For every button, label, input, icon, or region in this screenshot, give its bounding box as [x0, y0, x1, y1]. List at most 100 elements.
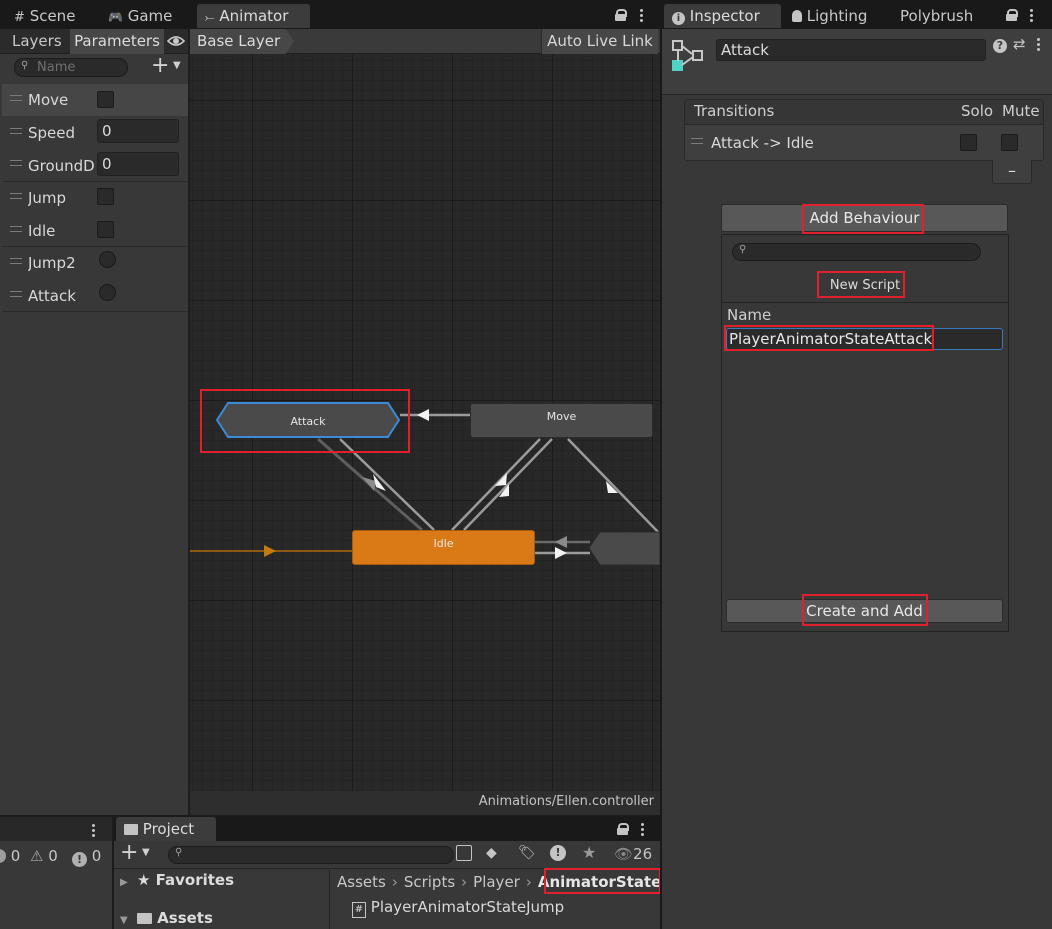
- transition-row[interactable]: Attack -> Idle: [685, 126, 1043, 160]
- solo-checkbox[interactable]: [960, 134, 977, 151]
- filter-errors-icon[interactable]: !: [550, 845, 566, 861]
- drag-handle-icon[interactable]: [10, 193, 22, 199]
- parameter-row[interactable]: Move: [2, 84, 188, 116]
- more-menu-icon[interactable]: [1030, 9, 1034, 23]
- tab-project[interactable]: Project: [116, 817, 216, 841]
- info-icon: i: [672, 12, 685, 25]
- animator-icon: ⤚: [205, 10, 215, 24]
- parameter-bool-checkbox[interactable]: [97, 188, 114, 205]
- remove-transition-button[interactable]: –: [992, 160, 1032, 184]
- eye-icon: 👁: [614, 845, 634, 863]
- behaviour-search-input[interactable]: ⚲: [732, 243, 981, 261]
- tab-scene[interactable]: # Scene: [6, 4, 83, 28]
- more-menu-icon[interactable]: [641, 823, 645, 837]
- parameter-row[interactable]: Speed 0: [2, 117, 188, 149]
- tab-animator[interactable]: ⤚ Animator: [197, 4, 310, 28]
- favorite-star-icon[interactable]: ★: [582, 843, 596, 862]
- mute-checkbox[interactable]: [1001, 134, 1018, 151]
- create-and-add-button[interactable]: Create and Add: [726, 599, 1003, 623]
- drag-handle-icon[interactable]: [10, 226, 22, 232]
- add-parameter-button[interactable]: + ▼: [151, 53, 187, 78]
- project-tab-bar: Project: [114, 817, 660, 841]
- presets-icon[interactable]: ⇄: [1013, 35, 1026, 53]
- drag-handle-icon[interactable]: [10, 258, 22, 264]
- breadcrumb-item[interactable]: Player: [473, 873, 520, 891]
- more-menu-icon[interactable]: [1037, 38, 1041, 52]
- parameter-trigger-radio[interactable]: [99, 251, 116, 268]
- transition-move-idle: [463, 438, 553, 531]
- console-strip: 0 ⚠ 0 ! 0: [0, 815, 112, 929]
- tab-lighting[interactable]: Lighting: [784, 4, 875, 28]
- project-search-input[interactable]: ⚲: [168, 846, 454, 864]
- hidden-packages-toggle[interactable]: 👁26: [614, 845, 652, 863]
- more-menu-icon[interactable]: [640, 9, 644, 23]
- breadcrumb-item[interactable]: Scripts: [404, 873, 455, 891]
- chevron-down-icon[interactable]: ▼: [120, 915, 128, 926]
- parameter-float-field[interactable]: 0: [97, 152, 179, 176]
- parameter-row[interactable]: Idle: [2, 215, 188, 247]
- drag-handle-icon[interactable]: [10, 128, 22, 134]
- folder-icon: [124, 824, 138, 835]
- parameter-trigger-radio[interactable]: [99, 284, 116, 301]
- lock-icon[interactable]: [617, 823, 629, 835]
- tab-parameters[interactable]: Parameters: [70, 29, 164, 54]
- parameter-float-field[interactable]: 0: [97, 119, 179, 143]
- search-icon: ⚲: [21, 60, 29, 71]
- help-icon[interactable]: ?: [993, 39, 1007, 53]
- info-count[interactable]: 0: [0, 847, 20, 865]
- popup-divider: [722, 302, 1008, 303]
- eye-icon[interactable]: [166, 33, 186, 49]
- chevron-right-icon: ›: [391, 873, 398, 891]
- transitions-header: Transitions Solo Mute: [685, 100, 1043, 125]
- tree-item-favorites[interactable]: ▶ ★ Favorites: [120, 870, 234, 892]
- search-icon: ⚲: [739, 244, 747, 255]
- state-label-attack: Attack: [290, 415, 326, 428]
- filter-by-type-icon[interactable]: ◆: [486, 845, 502, 861]
- tab-game[interactable]: 🎮 Game: [100, 4, 180, 28]
- project-toolbar: + ▼ ⚲ ◆ 🏷 ! ★ 👁26: [114, 840, 660, 869]
- tree-item-assets[interactable]: ▼ Assets: [120, 908, 213, 929]
- drag-handle-icon[interactable]: [10, 95, 22, 101]
- parameter-row[interactable]: GroundDi 0: [2, 149, 188, 181]
- drag-handle-icon[interactable]: [691, 138, 703, 144]
- lock-icon[interactable]: [615, 9, 627, 21]
- state-name-field[interactable]: Attack: [716, 39, 986, 61]
- breadcrumb-item-current[interactable]: AnimatorState: [538, 873, 662, 891]
- console-counts: 0 ⚠ 0 ! 0: [0, 845, 112, 867]
- drag-handle-icon[interactable]: [10, 291, 22, 297]
- add-behaviour-button[interactable]: Add Behaviour: [721, 204, 1008, 232]
- arrow-icon: [362, 477, 376, 491]
- tab-layers[interactable]: Layers: [5, 29, 69, 54]
- parameter-row[interactable]: Jump: [2, 182, 188, 214]
- breadcrumb-item[interactable]: Assets: [337, 873, 386, 891]
- error-count[interactable]: ! 0: [72, 847, 101, 867]
- animator-graph-canvas[interactable]: Base Layer Auto Live Link Attack Move Id…: [190, 29, 660, 815]
- parameter-bool-checkbox[interactable]: [97, 91, 114, 108]
- file-item[interactable]: # PlayerAnimatorStateJump: [352, 897, 564, 919]
- chevron-right-icon[interactable]: ▶: [120, 877, 128, 888]
- drag-handle-icon[interactable]: [10, 160, 22, 166]
- row-divider: [2, 311, 188, 312]
- lock-icon[interactable]: [1006, 9, 1018, 21]
- filter-by-label-icon[interactable]: 🏷: [518, 845, 536, 861]
- transitions-list: Transitions Solo Mute Attack -> Idle: [684, 99, 1044, 161]
- chevron-down-icon: ▼: [173, 60, 181, 71]
- search-by-type-icon[interactable]: [456, 845, 472, 861]
- parameter-bool-checkbox[interactable]: [97, 221, 114, 238]
- folder-icon: [136, 913, 152, 924]
- inspector-panel: Attack ? ⇄ Transitions Solo Mute Attack …: [662, 29, 1052, 929]
- state-node-offscreen[interactable]: [588, 531, 660, 566]
- script-name-input[interactable]: PlayerAnimatorStateAttack: [726, 328, 1003, 350]
- arrow-icon: [417, 409, 429, 421]
- tab-polybrush[interactable]: Polybrush: [892, 4, 981, 28]
- parameter-row[interactable]: Attack: [2, 280, 188, 312]
- create-asset-button[interactable]: + ▼: [120, 840, 156, 866]
- warning-count[interactable]: ⚠ 0: [30, 847, 58, 865]
- search-input[interactable]: ⚲ Name: [14, 58, 128, 77]
- plus-icon: +: [120, 840, 139, 865]
- state-icon: [672, 40, 703, 71]
- more-menu-icon[interactable]: [92, 824, 96, 838]
- search-icon: ⚲: [175, 847, 183, 858]
- tab-inspector[interactable]: i Inspector: [664, 4, 781, 28]
- parameter-row[interactable]: Jump2: [2, 247, 188, 279]
